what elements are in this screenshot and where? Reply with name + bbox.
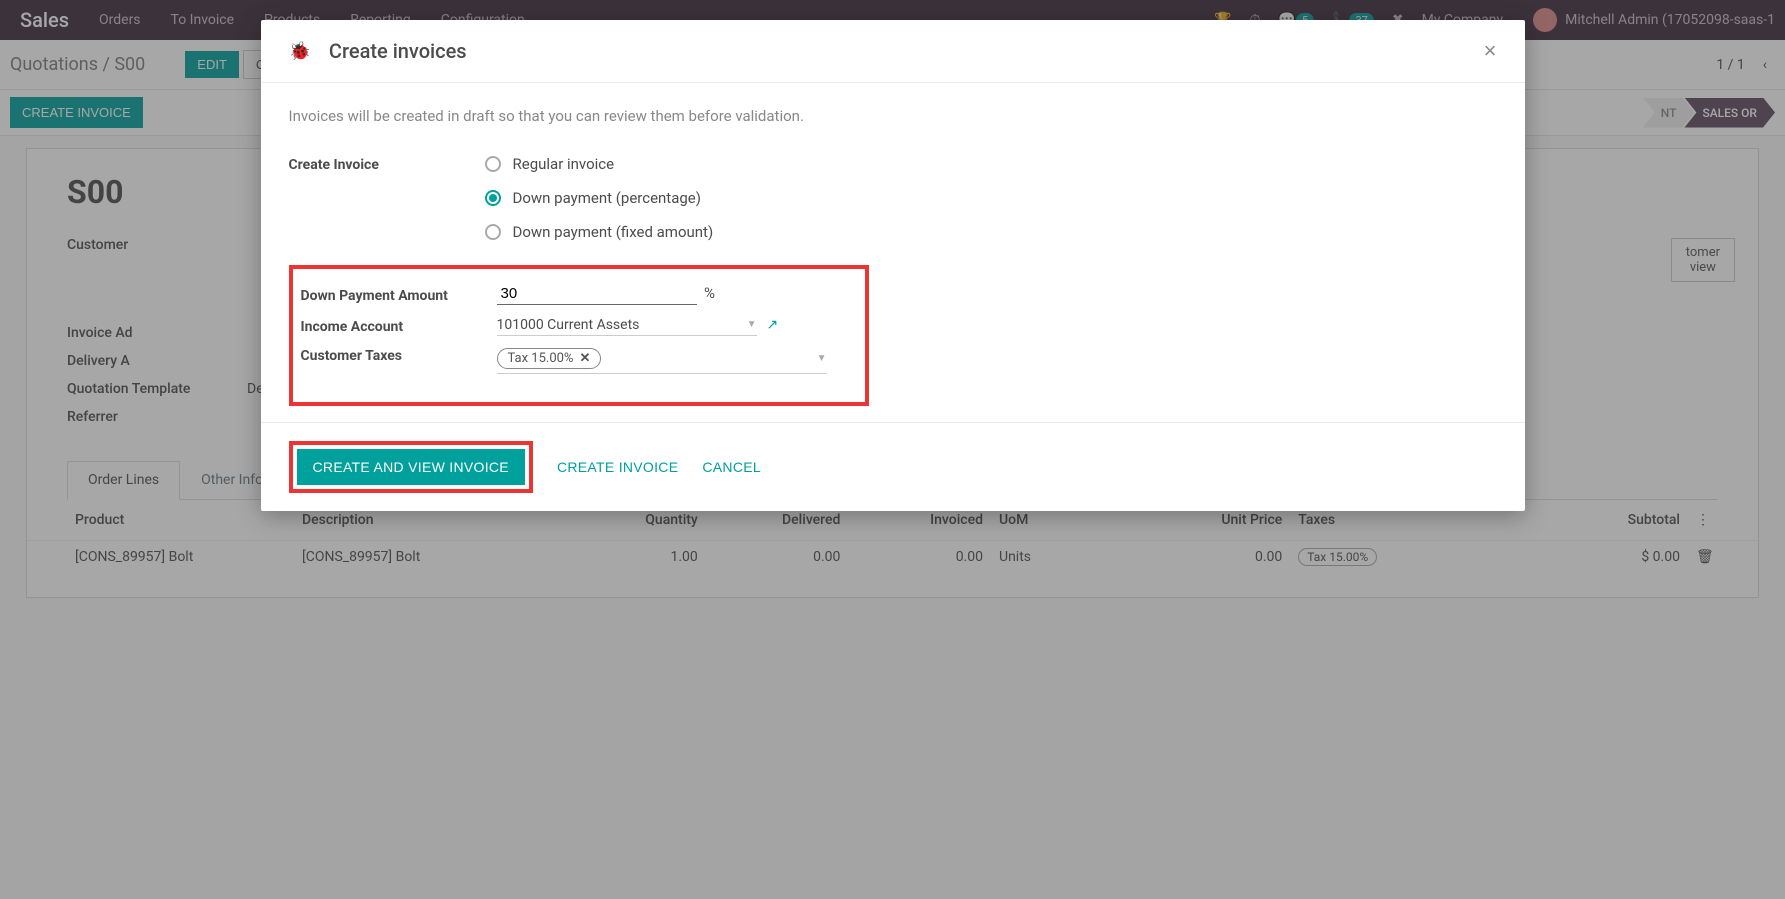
income-account-select[interactable]: 101000 Current Assets ▼ [497,315,757,336]
cancel-button[interactable]: CANCEL [702,449,761,485]
radio-regular-invoice[interactable]: Regular invoice [485,155,825,173]
close-icon[interactable]: × [1484,38,1497,64]
create-and-view-invoice-button[interactable]: CREATE AND VIEW INVOICE [297,449,525,485]
label-customer-taxes: Customer Taxes [301,344,497,364]
label-create-invoice: Create Invoice [289,153,485,173]
down-payment-amount-input[interactable] [497,283,697,305]
chevron-down-icon: ▼ [817,353,827,364]
radio-down-payment-fixed[interactable]: Down payment (fixed amount) [485,223,825,241]
modal-title: Create invoices [329,39,467,63]
create-invoices-modal: 🐞 Create invoices × Invoices will be cre… [261,20,1525,511]
highlight-box-footer: CREATE AND VIEW INVOICE [289,441,533,493]
tax-tag[interactable]: Tax 15.00% ✕ [497,348,602,369]
highlight-box: Down Payment Amount % Income Account 101… [289,265,869,406]
chevron-down-icon: ▼ [747,319,757,330]
radio-dot-icon [485,224,501,240]
modal-hint: Invoices will be created in draft so tha… [289,107,1497,125]
radio-down-payment-percentage[interactable]: Down payment (percentage) [485,189,825,207]
label-income-account: Income Account [301,315,497,335]
bug-icon[interactable]: 🐞 [289,41,311,62]
label-down-payment-amount: Down Payment Amount [301,283,497,307]
percent-label: % [704,284,715,302]
create-invoice-button-modal[interactable]: CREATE INVOICE [557,449,678,485]
radio-dot-icon [485,156,501,172]
radio-dot-icon [485,190,501,206]
external-link-icon[interactable]: ↗ [767,317,779,333]
remove-tag-icon[interactable]: ✕ [579,351,590,366]
modal-overlay: 🐞 Create invoices × Invoices will be cre… [0,0,1785,899]
customer-taxes-input[interactable]: Tax 15.00% ✕ ▼ [497,344,827,374]
